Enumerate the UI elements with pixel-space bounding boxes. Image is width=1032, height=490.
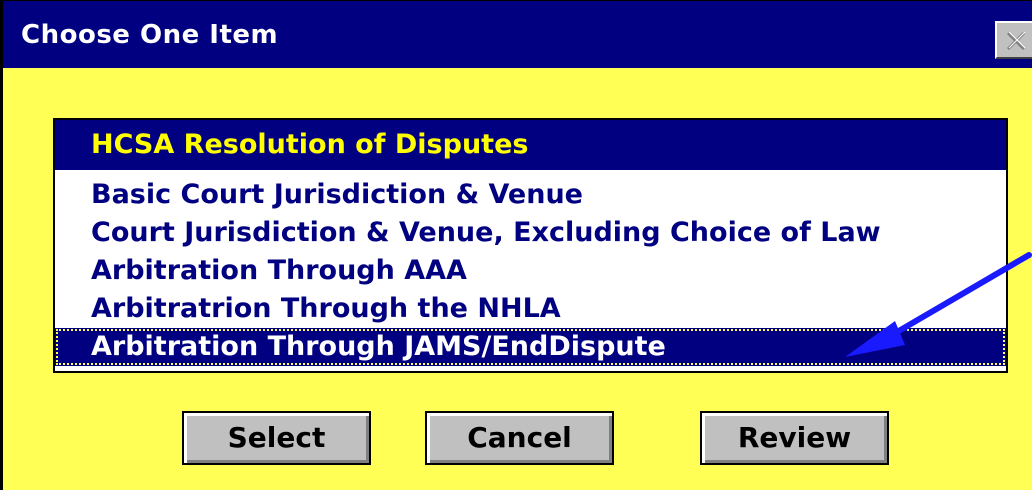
close-button[interactable]: [995, 21, 1032, 59]
window-title: Choose One Item: [21, 20, 279, 50]
title-bar[interactable]: Choose One Item: [3, 1, 1032, 68]
close-icon: [1006, 31, 1026, 51]
list-header-title: HCSA Resolution of Disputes: [91, 129, 529, 160]
review-button[interactable]: Review: [700, 411, 889, 465]
select-button[interactable]: Select: [182, 411, 371, 465]
list-header: HCSA Resolution of Disputes: [55, 120, 1006, 170]
arrow-icon: [845, 252, 1032, 357]
choose-item-dialog: Choose One Item HCSA Resolution of Dispu…: [0, 0, 1032, 490]
cancel-button[interactable]: Cancel: [425, 411, 614, 465]
list-item-basic-court-jurisdiction[interactable]: Basic Court Jurisdiction & Venue: [55, 176, 1006, 214]
